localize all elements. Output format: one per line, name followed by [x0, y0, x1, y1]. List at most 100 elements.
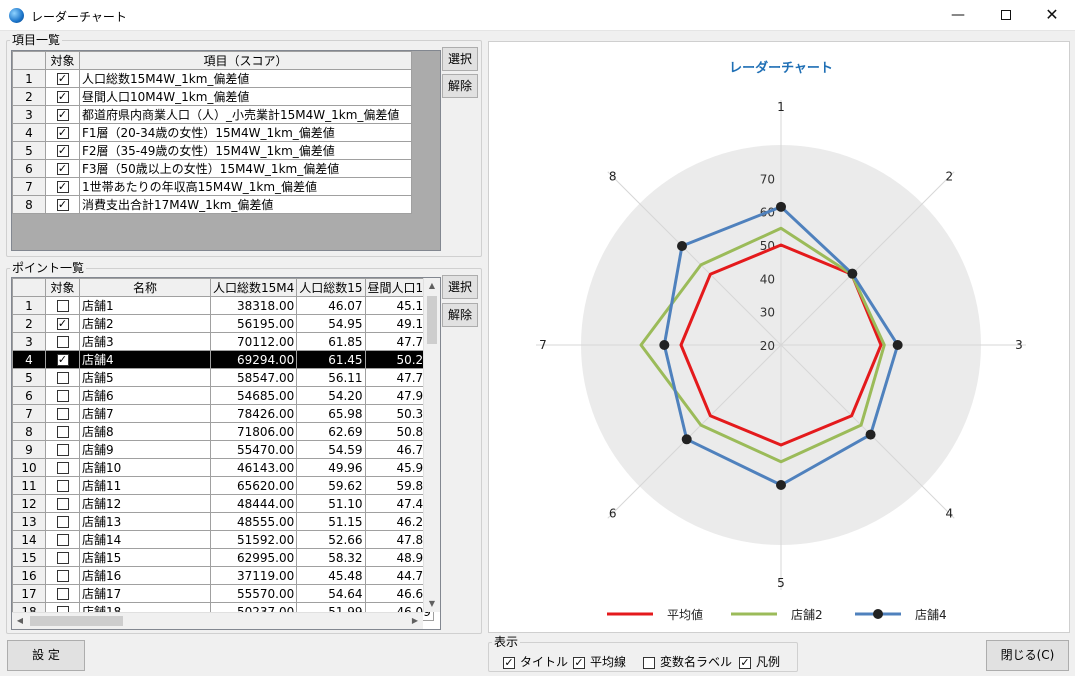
column-header-name[interactable]: 名称: [79, 278, 211, 297]
point-value-cell[interactable]: 49.96: [296, 458, 366, 477]
point-name-cell[interactable]: 店舗15: [79, 548, 211, 567]
point-row[interactable]: 8 店舗8 71806.00 62.69 50.85: [12, 422, 434, 441]
checkbox[interactable]: [56, 498, 69, 510]
point-value-cell[interactable]: 65.98: [296, 404, 366, 423]
point-value-cell[interactable]: 37119.00: [209, 566, 298, 585]
point-name-cell[interactable]: 店舗3: [79, 332, 211, 351]
option-title[interactable]: ✓ タイトル: [503, 653, 568, 670]
point-target-cell[interactable]: [45, 476, 80, 495]
item-name-cell[interactable]: F3層（50歳以上の女性）15M4W_1km_偏差値: [79, 159, 412, 178]
option-legend[interactable]: ✓ 凡例: [739, 653, 780, 670]
point-target-cell[interactable]: [45, 512, 80, 531]
minimize-button[interactable]: —: [935, 0, 981, 31]
point-row[interactable]: 5 店舗5 58547.00 56.11 47.76: [12, 368, 434, 387]
checkbox[interactable]: ✓: [503, 656, 515, 669]
point-value-cell[interactable]: 54.64: [296, 584, 366, 603]
item-row[interactable]: 3 ✓ 都道府県内商業人口（人）_小売業計15M4W_1km_偏差値: [12, 105, 412, 124]
point-row[interactable]: 4 ✓ 店舗4 69294.00 61.45 50.27: [12, 350, 434, 369]
close-window-button[interactable]: ✕: [1029, 0, 1075, 31]
checkbox[interactable]: ✓: [56, 73, 69, 85]
point-target-cell[interactable]: [45, 296, 80, 315]
checkbox[interactable]: [56, 516, 69, 528]
point-value-cell[interactable]: 51592.00: [209, 530, 298, 549]
point-row[interactable]: 10 店舗10 46143.00 49.96 45.92: [12, 458, 434, 477]
item-target-cell[interactable]: ✓: [45, 123, 80, 142]
point-value-cell[interactable]: 54.20: [296, 386, 366, 405]
checkbox[interactable]: [643, 656, 655, 669]
items-clear-button[interactable]: 解除: [442, 74, 478, 98]
point-target-cell[interactable]: [45, 422, 80, 441]
item-row[interactable]: 2 ✓ 昼間人口10M4W_1km_偏差値: [12, 87, 412, 106]
point-value-cell[interactable]: 56.11: [296, 368, 366, 387]
column-header-pop-total-15[interactable]: 人口総数15: [296, 278, 366, 297]
point-value-cell[interactable]: 65620.00: [209, 476, 298, 495]
item-name-cell[interactable]: F2層（35-49歳の女性）15M4W_1km_偏差値: [79, 141, 412, 160]
checkbox[interactable]: ✓: [56, 318, 69, 330]
checkbox[interactable]: ✓: [56, 91, 69, 103]
point-value-cell[interactable]: 46143.00: [209, 458, 298, 477]
close-button[interactable]: 閉じる(C): [986, 640, 1069, 671]
item-target-cell[interactable]: ✓: [45, 195, 80, 214]
point-target-cell[interactable]: [45, 440, 80, 459]
point-value-cell[interactable]: 78426.00: [209, 404, 298, 423]
point-value-cell[interactable]: 61.85: [296, 332, 366, 351]
point-row[interactable]: 15 店舗15 62995.00 58.32 48.90: [12, 548, 434, 567]
scroll-thumb-horizontal[interactable]: [30, 616, 123, 626]
checkbox[interactable]: ✓: [56, 127, 69, 139]
checkbox[interactable]: [56, 336, 69, 348]
point-name-cell[interactable]: 店舗17: [79, 584, 211, 603]
item-target-cell[interactable]: ✓: [45, 141, 80, 160]
point-target-cell[interactable]: ✓: [45, 350, 80, 369]
point-value-cell[interactable]: 58547.00: [209, 368, 298, 387]
item-name-cell[interactable]: 人口総数15M4W_1km_偏差値: [79, 69, 412, 88]
point-value-cell[interactable]: 55470.00: [209, 440, 298, 459]
point-name-cell[interactable]: 店舗4: [79, 350, 211, 369]
item-row[interactable]: 6 ✓ F3層（50歳以上の女性）15M4W_1km_偏差値: [12, 159, 412, 178]
checkbox[interactable]: [56, 570, 69, 582]
points-clear-button[interactable]: 解除: [442, 303, 478, 327]
scroll-thumb[interactable]: [427, 296, 437, 344]
item-name-cell[interactable]: 昼間人口10M4W_1km_偏差値: [79, 87, 412, 106]
point-value-cell[interactable]: 70112.00: [209, 332, 298, 351]
point-value-cell[interactable]: 62995.00: [209, 548, 298, 567]
checkbox[interactable]: ✓: [56, 163, 69, 175]
point-name-cell[interactable]: 店舗16: [79, 566, 211, 585]
checkbox[interactable]: ✓: [56, 354, 69, 366]
checkbox[interactable]: [56, 444, 69, 456]
point-target-cell[interactable]: [45, 566, 80, 585]
column-header-pop-total-15m4[interactable]: 人口総数15M4: [209, 278, 298, 297]
item-name-cell[interactable]: 1世帯あたりの年収高15M4W_1km_偏差値: [79, 177, 412, 196]
scroll-up-icon[interactable]: ▲: [424, 278, 440, 294]
checkbox[interactable]: [56, 534, 69, 546]
point-value-cell[interactable]: 51.15: [296, 512, 366, 531]
point-row[interactable]: 14 店舗14 51592.00 52.66 47.82: [12, 530, 434, 549]
point-row[interactable]: 12 店舗12 48444.00 51.10 47.48: [12, 494, 434, 513]
point-value-cell[interactable]: 48444.00: [209, 494, 298, 513]
item-target-cell[interactable]: ✓: [45, 105, 80, 124]
point-target-cell[interactable]: ✓: [45, 314, 80, 333]
checkbox[interactable]: [56, 408, 69, 420]
point-row[interactable]: 11 店舗11 65620.00 59.62 59.86: [12, 476, 434, 495]
point-row[interactable]: 1 店舗1 38318.00 46.07 45.17: [12, 296, 434, 315]
point-name-cell[interactable]: 店舗8: [79, 422, 211, 441]
point-name-cell[interactable]: 店舗6: [79, 386, 211, 405]
scroll-right-icon[interactable]: ▶: [407, 613, 423, 629]
item-target-cell[interactable]: ✓: [45, 69, 80, 88]
item-target-cell[interactable]: ✓: [45, 87, 80, 106]
point-value-cell[interactable]: 54685.00: [209, 386, 298, 405]
point-value-cell[interactable]: 62.69: [296, 422, 366, 441]
point-name-cell[interactable]: 店舗7: [79, 404, 211, 423]
column-header-item[interactable]: 項目（スコア）: [79, 51, 412, 70]
point-target-cell[interactable]: [45, 332, 80, 351]
item-target-cell[interactable]: ✓: [45, 159, 80, 178]
item-name-cell[interactable]: 都道府県内商業人口（人）_小売業計15M4W_1km_偏差値: [79, 105, 412, 124]
point-value-cell[interactable]: 46.07: [296, 296, 366, 315]
checkbox[interactable]: [56, 390, 69, 402]
scroll-down-icon[interactable]: ▼: [424, 596, 440, 612]
items-select-button[interactable]: 選択: [442, 47, 478, 71]
point-row[interactable]: 6 店舗6 54685.00 54.20 47.92: [12, 386, 434, 405]
point-target-cell[interactable]: [45, 404, 80, 423]
checkbox[interactable]: [56, 372, 69, 384]
item-row[interactable]: 5 ✓ F2層（35-49歳の女性）15M4W_1km_偏差値: [12, 141, 412, 160]
checkbox[interactable]: ✓: [56, 199, 69, 211]
